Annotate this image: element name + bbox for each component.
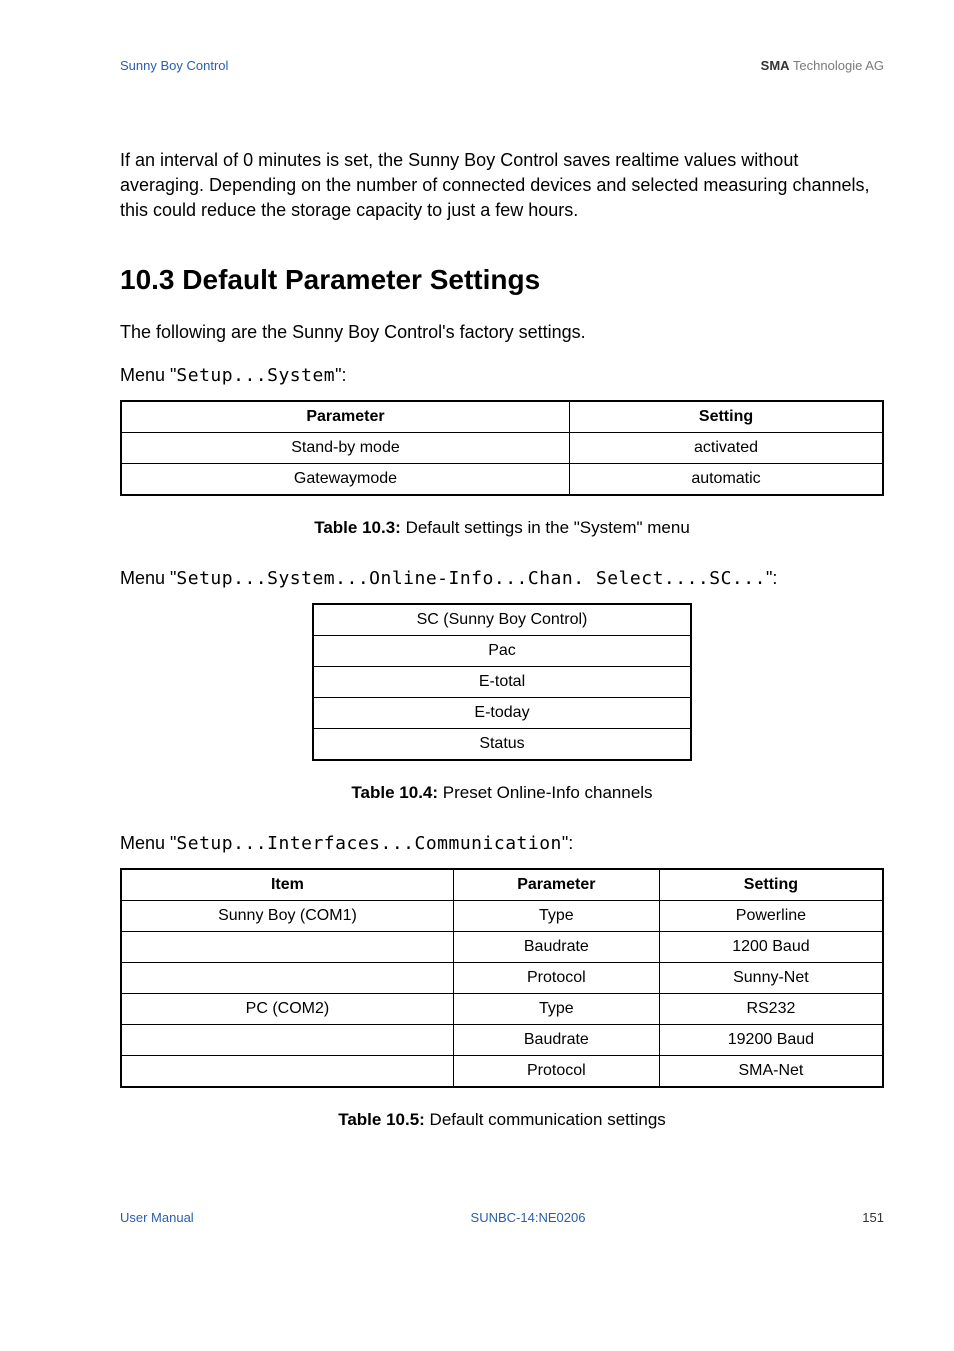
table-cell: PC (COM2) <box>121 993 453 1024</box>
table-row: Stand-by mode activated <box>121 432 883 463</box>
caption-label: Table 10.5: <box>338 1110 425 1129</box>
menu-1-suffix: ": <box>335 365 346 385</box>
table-cell: Gatewaymode <box>121 463 570 495</box>
table-cell: Stand-by mode <box>121 432 570 463</box>
table-row: Baudrate 1200 Baud <box>121 931 883 962</box>
table-3: Item Parameter Setting Sunny Boy (COM1) … <box>120 868 884 1088</box>
caption-text: Default communication settings <box>425 1110 666 1129</box>
table-row: Parameter Setting <box>121 401 883 433</box>
caption-1: Table 10.3: Default settings in the "Sys… <box>120 518 884 538</box>
table-cell <box>121 1024 453 1055</box>
menu-3-code: Setup...Interfaces...Communication <box>176 833 561 854</box>
table-cell: RS232 <box>659 993 883 1024</box>
table-header: Setting <box>659 869 883 901</box>
page-footer: User Manual SUNBC-14:NE0206 151 <box>120 1210 884 1225</box>
table-row: E-today <box>313 697 691 728</box>
menu-3-prefix: Menu " <box>120 833 176 853</box>
footer-center: SUNBC-14:NE0206 <box>194 1210 863 1225</box>
table-header: Parameter <box>121 401 570 433</box>
table-cell <box>121 931 453 962</box>
menu-2-line: Menu "Setup...System...Online-Info...Cha… <box>120 568 884 589</box>
table-2: SC (Sunny Boy Control) Pac E-total E-tod… <box>312 603 692 761</box>
table-cell: E-today <box>313 697 691 728</box>
table-row: SC (Sunny Boy Control) <box>313 604 691 636</box>
header-left: Sunny Boy Control <box>120 58 228 73</box>
table-row: Sunny Boy (COM1) Type Powerline <box>121 900 883 931</box>
table-row: Gatewaymode automatic <box>121 463 883 495</box>
table-cell: Status <box>313 728 691 760</box>
table-cell: Sunny-Net <box>659 962 883 993</box>
menu-2-prefix: Menu " <box>120 568 176 588</box>
table-row: Protocol Sunny-Net <box>121 962 883 993</box>
table-cell: Protocol <box>453 1055 659 1087</box>
table-cell <box>121 962 453 993</box>
menu-1-prefix: Menu " <box>120 365 176 385</box>
caption-label: Table 10.4: <box>351 783 438 802</box>
caption-3: Table 10.5: Default communication settin… <box>120 1110 884 1130</box>
section-heading: 10.3 Default Parameter Settings <box>120 264 884 296</box>
table-header: Setting <box>570 401 884 433</box>
table-row: E-total <box>313 666 691 697</box>
table-cell <box>121 1055 453 1087</box>
table-cell: Type <box>453 900 659 931</box>
table-cell: SMA-Net <box>659 1055 883 1087</box>
table-cell: Protocol <box>453 962 659 993</box>
header-suffix: Technologie AG <box>790 58 884 73</box>
table-cell: activated <box>570 432 884 463</box>
table-row: Status <box>313 728 691 760</box>
menu-1-line: Menu "Setup...System": <box>120 365 884 386</box>
caption-2: Table 10.4: Preset Online-Info channels <box>120 783 884 803</box>
table-cell: Powerline <box>659 900 883 931</box>
table-row: Protocol SMA-Net <box>121 1055 883 1087</box>
intro-paragraph: If an interval of 0 minutes is set, the … <box>120 148 884 224</box>
header-right: SMA Technologie AG <box>761 58 884 73</box>
table-cell: Sunny Boy (COM1) <box>121 900 453 931</box>
table-row: Pac <box>313 635 691 666</box>
footer-page-number: 151 <box>862 1210 884 1225</box>
table-1: Parameter Setting Stand-by mode activate… <box>120 400 884 496</box>
table-cell: Baudrate <box>453 1024 659 1055</box>
table-cell: Pac <box>313 635 691 666</box>
table-cell: automatic <box>570 463 884 495</box>
menu-1-code: Setup...System <box>176 365 335 386</box>
menu-2-code: Setup...System...Online-Info...Chan. Sel… <box>176 568 766 589</box>
table-header: Parameter <box>453 869 659 901</box>
table-row: Baudrate 19200 Baud <box>121 1024 883 1055</box>
footer-left: User Manual <box>120 1210 194 1225</box>
table-row: Item Parameter Setting <box>121 869 883 901</box>
caption-label: Table 10.3: <box>314 518 401 537</box>
page-header: Sunny Boy Control SMA Technologie AG <box>120 58 884 73</box>
table-cell: 1200 Baud <box>659 931 883 962</box>
menu-3-suffix: ": <box>562 833 573 853</box>
caption-text: Default settings in the "System" menu <box>401 518 690 537</box>
table-cell: Type <box>453 993 659 1024</box>
table-cell: Baudrate <box>453 931 659 962</box>
table-cell: SC (Sunny Boy Control) <box>313 604 691 636</box>
caption-text: Preset Online-Info channels <box>438 783 653 802</box>
menu-3-line: Menu "Setup...Interfaces...Communication… <box>120 833 884 854</box>
table-row: PC (COM2) Type RS232 <box>121 993 883 1024</box>
menu-2-suffix: ": <box>766 568 777 588</box>
table-cell: E-total <box>313 666 691 697</box>
table-header: Item <box>121 869 453 901</box>
section-intro: The following are the Sunny Boy Control'… <box>120 322 884 343</box>
header-brand: SMA <box>761 58 790 73</box>
table-cell: 19200 Baud <box>659 1024 883 1055</box>
